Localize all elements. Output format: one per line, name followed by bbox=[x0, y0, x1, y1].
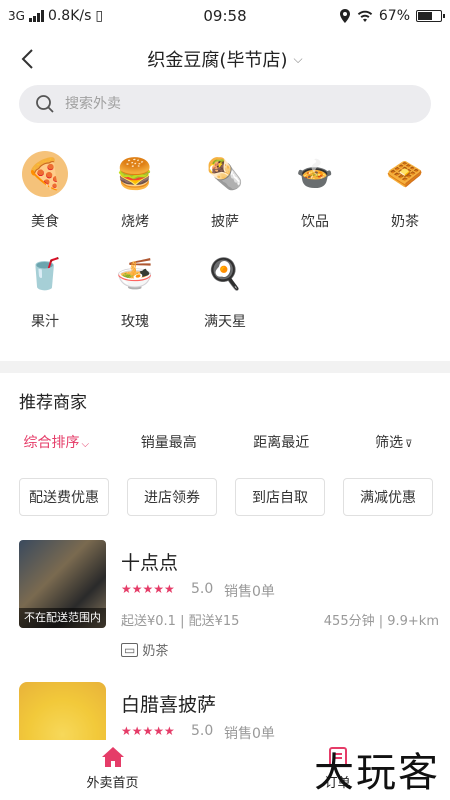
category-yinpin[interactable]: 🍲 饮品 bbox=[270, 145, 360, 245]
milkshake-icon: 🥤 bbox=[22, 251, 68, 297]
section-title: 推荐商家 bbox=[19, 393, 87, 413]
nav-bar: 织金豆腐(毕节店) ⌵ bbox=[0, 38, 450, 80]
shop-name: 十点点 bbox=[121, 552, 179, 574]
store-icon: ▭ bbox=[121, 642, 139, 657]
filter-chip[interactable]: 进店领券 bbox=[127, 478, 217, 516]
shop-sales: 销售0单 bbox=[224, 726, 275, 740]
back-arrow-icon[interactable] bbox=[16, 46, 42, 72]
chevron-down-icon: ⌵ bbox=[293, 51, 303, 66]
sort-sales[interactable]: 销量最高 bbox=[113, 432, 226, 460]
filter-chip[interactable]: 到店自取 bbox=[235, 478, 325, 516]
store-selector[interactable]: 织金豆腐(毕节店) ⌵ bbox=[147, 46, 302, 72]
star-rating-icon: ★★★★★ bbox=[121, 582, 175, 596]
waffle-icon: 🧇 bbox=[382, 151, 428, 197]
watermark-logo: 大玩客 bbox=[314, 750, 440, 796]
shop-card[interactable]: 白腊喜披萨 ★★★★★ 5.0 销售0单 bbox=[19, 682, 439, 740]
shop-card[interactable]: 不在配送范围内 十点点 ★★★★★ 5.0 销售0单 起送¥0.1 | 配送¥1… bbox=[19, 540, 439, 665]
sort-filter[interactable]: 筛选 ⊽ bbox=[338, 432, 450, 460]
shop-image bbox=[19, 682, 106, 740]
shop-rating: 5.0 bbox=[191, 581, 214, 597]
sort-bar: 综合排序 ⌵ 销量最高 距离最近 筛选 ⊽ bbox=[0, 432, 450, 460]
filter-icon: ⊽ bbox=[405, 439, 413, 450]
category-shaokao[interactable]: 🍔 烧烤 bbox=[90, 145, 180, 245]
filter-chip[interactable]: 满减优惠 bbox=[343, 478, 433, 516]
home-icon bbox=[101, 747, 124, 767]
star-rating-icon: ★★★★★ bbox=[121, 724, 175, 738]
category-naicha[interactable]: 🧇 奶茶 bbox=[360, 145, 450, 245]
vibrate-icon: ▯ bbox=[95, 8, 104, 24]
search-input[interactable] bbox=[65, 96, 365, 112]
pizza-icon: 🍕 bbox=[22, 151, 68, 197]
filter-chips: 配送费优惠 进店领券 到店自取 满减优惠 bbox=[19, 478, 433, 516]
filter-chip[interactable]: 配送费优惠 bbox=[19, 478, 109, 516]
shop-sales: 销售0单 bbox=[224, 584, 275, 600]
location-icon bbox=[339, 9, 350, 23]
network-type: 3G bbox=[8, 9, 25, 23]
category-meigui[interactable]: 🍜 玫瑰 bbox=[90, 245, 180, 345]
burger-icon: 🍔 bbox=[112, 151, 158, 197]
network-speed: 0.8K/s bbox=[47, 8, 92, 24]
shop-rating: 5.0 bbox=[191, 723, 214, 739]
shop-tag: ▭ 奶茶 bbox=[121, 640, 168, 659]
chevron-down-icon: ⌵ bbox=[81, 439, 90, 450]
category-mantianxing[interactable]: 🍳 满天星 bbox=[180, 245, 270, 345]
category-pisa[interactable]: 🌯 披萨 bbox=[180, 145, 270, 245]
battery-icon bbox=[416, 10, 446, 22]
stew-icon: 🍲 bbox=[292, 151, 338, 197]
sort-comprehensive[interactable]: 综合排序 ⌵ bbox=[0, 432, 113, 460]
status-bar: 3G 0.8K/s ▯ 09:58 67% bbox=[0, 0, 450, 32]
fried-egg-pan-icon: 🍳 bbox=[202, 251, 248, 297]
clock: 09:58 bbox=[203, 7, 247, 25]
shop-fees: 起送¥0.1 | 配送¥15 bbox=[121, 614, 240, 629]
search-bar[interactable] bbox=[19, 85, 431, 123]
signal-icon bbox=[28, 10, 44, 22]
shop-distance: 455分钟 | 9.9+km bbox=[323, 614, 439, 629]
battery-percent: 67% bbox=[378, 8, 411, 24]
sort-distance[interactable]: 距离最近 bbox=[225, 432, 338, 460]
category-meishi[interactable]: 🍕 美食 bbox=[0, 145, 90, 245]
search-icon bbox=[36, 95, 54, 113]
shop-name: 白腊喜披萨 bbox=[121, 694, 217, 716]
tab-home[interactable]: 外卖首页 bbox=[0, 740, 225, 800]
section-divider bbox=[0, 361, 450, 373]
out-of-range-badge: 不在配送范围内 bbox=[19, 608, 106, 628]
wifi-icon bbox=[357, 10, 373, 22]
category-grid: 🍕 美食 🍔 烧烤 🌯 披萨 🍲 饮品 🧇 奶茶 🥤 果汁 🍜 玫瑰 🍳 满天星 bbox=[0, 145, 450, 345]
wrap-icon: 🌯 bbox=[202, 151, 248, 197]
category-guozhi[interactable]: 🥤 果汁 bbox=[0, 245, 90, 345]
shop-image: 不在配送范围内 bbox=[19, 540, 106, 628]
noodle-bowl-icon: 🍜 bbox=[112, 251, 158, 297]
store-title: 织金豆腐(毕节店) bbox=[147, 50, 288, 71]
